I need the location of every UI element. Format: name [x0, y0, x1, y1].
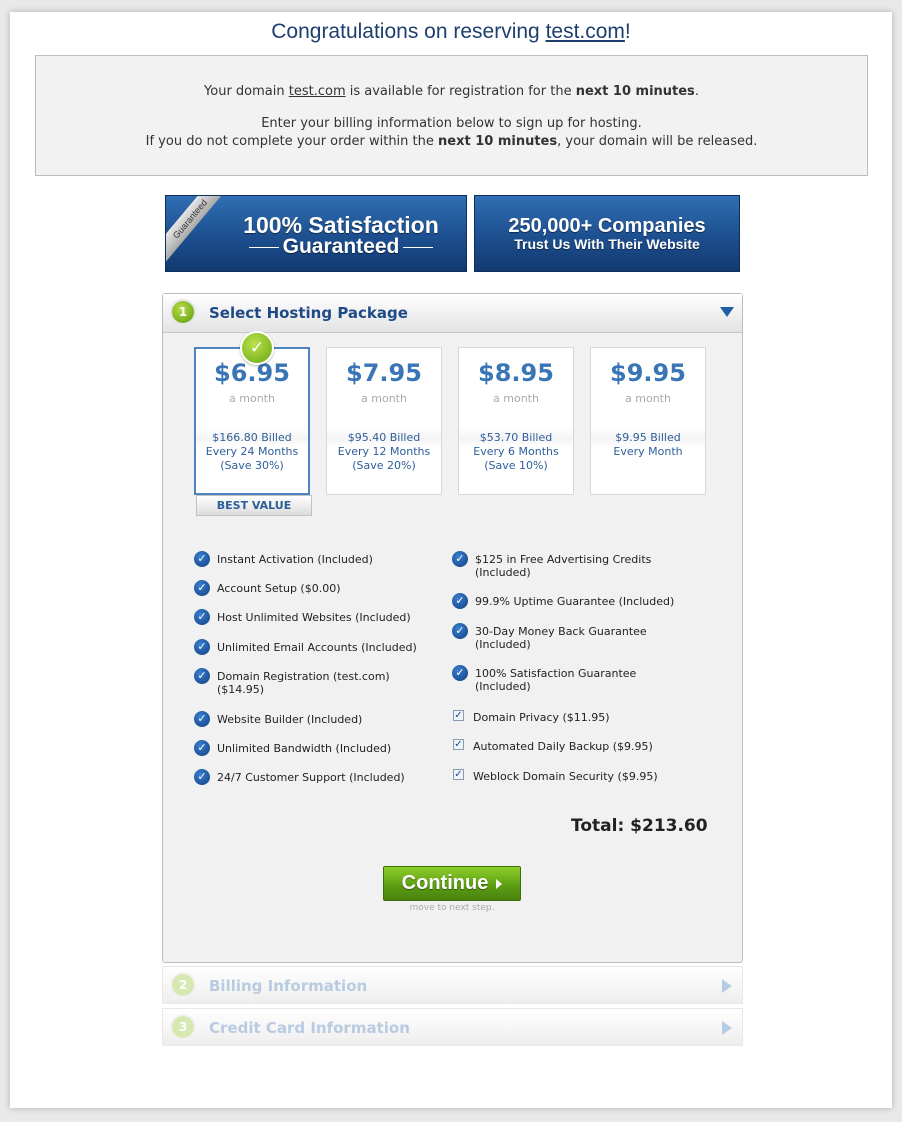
- companies-banner: 250,000+ Companies Trust Us With Their W…: [474, 195, 740, 272]
- plan-billing: $95.40 Billed Every 12 Months (Save 20%): [337, 431, 431, 472]
- step1-number-badge: 1: [172, 301, 194, 323]
- step2-title: Billing Information: [209, 977, 368, 995]
- plan-price: $8.95: [478, 359, 554, 387]
- satisfaction-banner: Guaranteed 100% Satisfaction Guaranteed: [165, 195, 467, 272]
- continue-hint: move to next step.: [409, 903, 495, 913]
- notice-line-availability: Your domain test.com is available for re…: [204, 84, 699, 99]
- check-circle-icon: ✓: [452, 593, 468, 609]
- check-circle-icon: ✓: [194, 711, 210, 727]
- plan-period: a month: [493, 392, 539, 405]
- notice-line-instructions: Enter your billing information below to …: [261, 116, 642, 131]
- notice-line-warning: If you do not complete your order within…: [145, 134, 758, 149]
- continue-button[interactable]: Continue: [383, 866, 521, 901]
- check-circle-icon: ✓: [194, 740, 210, 756]
- chevron-right-icon[interactable]: [722, 979, 732, 993]
- plan-billing: $166.80 Billed Every 24 Months (Save 30%): [205, 431, 299, 472]
- check-circle-icon: ✓: [452, 551, 468, 567]
- check-circle-icon: ✓: [194, 580, 210, 596]
- step3-number-badge: 3: [172, 1016, 194, 1038]
- best-value-tag: BEST VALUE: [196, 495, 312, 516]
- companies-banner-line1: 250,000+ Companies: [508, 215, 706, 237]
- check-circle-icon: ✓: [194, 668, 210, 684]
- plan-period: a month: [625, 392, 671, 405]
- plan-billing: $53.70 Billed Every 6 Months (Save 10%): [473, 431, 559, 472]
- step3-credit-card-header[interactable]: 3 Credit Card Information: [162, 1008, 743, 1046]
- check-circle-icon: ✓: [194, 551, 210, 567]
- plan-card-monthly[interactable]: $9.95 a month $9.95 Billed Every Month: [590, 347, 706, 495]
- check-circle-icon: ✓: [194, 609, 210, 625]
- satisfaction-banner-line2: Guaranteed: [216, 235, 466, 259]
- plan-price: $7.95: [346, 359, 422, 387]
- companies-banner-line2: Trust Us With Their Website: [514, 236, 700, 252]
- notice-domain-link[interactable]: test.com: [289, 84, 346, 99]
- selected-check-icon: ✓: [240, 331, 274, 365]
- plan-period: a month: [361, 392, 407, 405]
- checkbox-weblock-security[interactable]: ✓: [453, 769, 464, 780]
- chevron-right-icon[interactable]: [722, 1021, 732, 1035]
- step1-header[interactable]: 1 Select Hosting Package: [163, 294, 742, 333]
- step3-title: Credit Card Information: [209, 1019, 410, 1037]
- plan-card-12-months[interactable]: $7.95 a month $95.40 Billed Every 12 Mont…: [326, 347, 442, 495]
- check-circle-icon: ✓: [452, 623, 468, 639]
- plan-card-24-months[interactable]: $6.95 a month $166.80 Billed Every 24 Mon…: [194, 347, 310, 495]
- check-circle-icon: ✓: [194, 639, 210, 655]
- step1-title: Select Hosting Package: [209, 304, 408, 322]
- page-title: Congratulations on reserving test.com!: [271, 20, 631, 43]
- plan-card-6-months[interactable]: $8.95 a month $53.70 Billed Every 6 Month…: [458, 347, 574, 495]
- plan-period: a month: [229, 392, 275, 405]
- order-total: Total: $213.60: [571, 816, 708, 836]
- arrow-right-icon: [496, 878, 503, 889]
- reserved-domain-link[interactable]: test.com: [546, 20, 625, 43]
- checkbox-daily-backup[interactable]: ✓: [453, 739, 464, 750]
- chevron-down-icon[interactable]: [720, 307, 734, 317]
- step2-number-badge: 2: [172, 974, 194, 996]
- checkbox-domain-privacy[interactable]: ✓: [453, 710, 464, 721]
- check-circle-icon: ✓: [452, 665, 468, 681]
- step2-billing-header[interactable]: 2 Billing Information: [162, 966, 743, 1004]
- reservation-notice: Your domain test.com is available for re…: [35, 55, 868, 176]
- plan-billing: $9.95 Billed Every Month: [613, 431, 683, 458]
- plan-price: $9.95: [610, 359, 686, 387]
- check-circle-icon: ✓: [194, 769, 210, 785]
